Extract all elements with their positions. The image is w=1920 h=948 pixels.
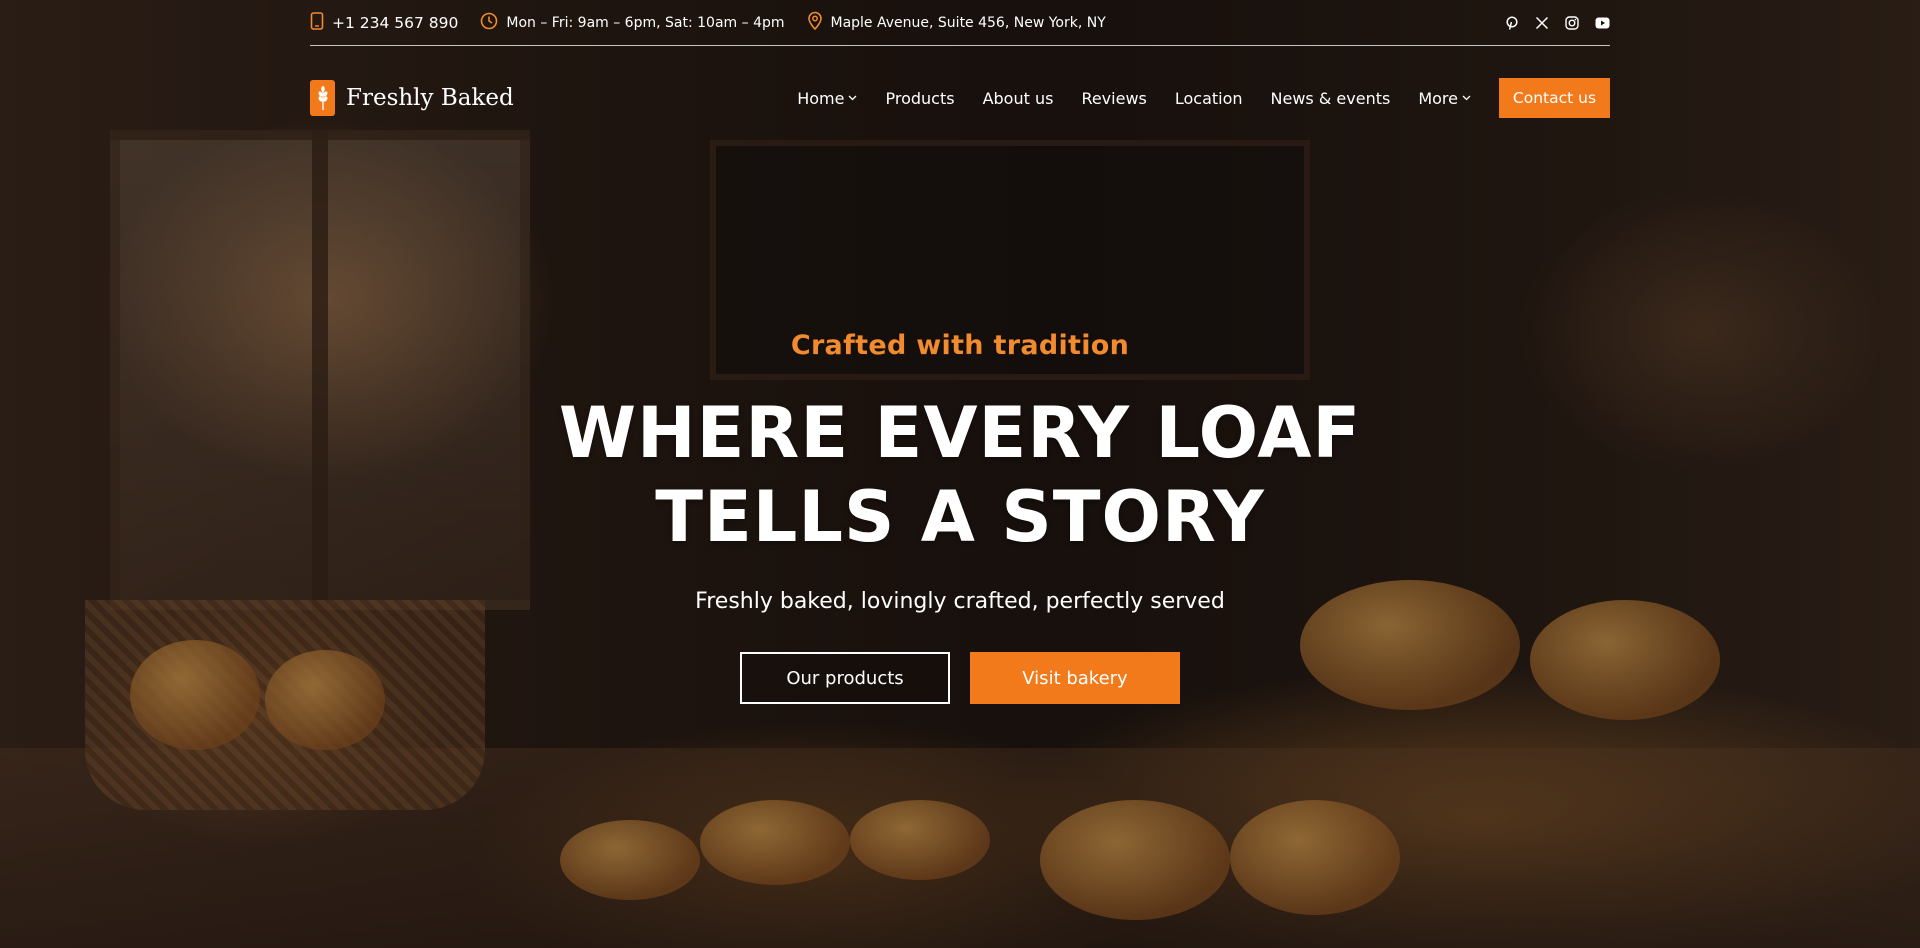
address-text[interactable]: Maple Avenue, Suite 456, New York, NY — [831, 15, 1106, 31]
nav-item-about-us[interactable]: About us — [983, 89, 1054, 108]
pinterest-icon[interactable] — [1505, 15, 1519, 30]
hero-buttons: Our products Visit bakery — [0, 652, 1920, 704]
nav-item-location[interactable]: Location — [1175, 89, 1243, 108]
clock-icon — [480, 12, 506, 34]
youtube-icon[interactable] — [1595, 17, 1610, 29]
chevron-down-icon — [1462, 95, 1471, 101]
chevron-down-icon — [849, 95, 857, 101]
hero-headline-line-1: WHERE EVERY LOAF — [558, 392, 1362, 474]
topbar-hours: Mon – Fri: 9am – 6pm, Sat: 10am – 4pm — [480, 12, 785, 34]
phone-icon — [310, 11, 332, 34]
site-logo[interactable]: Freshly Baked — [310, 80, 514, 116]
nav-item-label[interactable]: Home — [797, 89, 844, 108]
phone-number[interactable]: +1 234 567 890 — [332, 14, 458, 32]
nav-item-more[interactable]: More — [1418, 89, 1471, 108]
nav-item-reviews[interactable]: Reviews — [1081, 89, 1146, 108]
topbar-phone[interactable]: +1 234 567 890 — [310, 11, 458, 34]
nav-item-label[interactable]: Reviews — [1081, 89, 1146, 108]
visit-bakery-button[interactable]: Visit bakery — [970, 652, 1180, 704]
instagram-icon[interactable] — [1565, 15, 1579, 30]
hero-subline: Freshly baked, lovingly crafted, perfect… — [695, 589, 1225, 614]
nav-item-label[interactable]: About us — [983, 89, 1054, 108]
nav-menu: Home Products About us Reviews Location … — [769, 78, 1610, 118]
wheat-icon — [310, 80, 335, 116]
location-pin-icon — [807, 11, 831, 34]
social-links — [1489, 15, 1610, 30]
nav-item-label[interactable]: Location — [1175, 89, 1243, 108]
contact-us-button[interactable]: Contact us — [1499, 78, 1610, 118]
nav-item-label[interactable]: More — [1418, 89, 1458, 108]
hero-headline-line-2: TELLS A STORY — [655, 476, 1265, 558]
x-icon[interactable] — [1535, 16, 1549, 30]
main-navigation: Freshly Baked Home Products About us Rev… — [310, 78, 1610, 118]
brand-name[interactable]: Freshly Baked — [346, 85, 514, 111]
topbar-address[interactable]: Maple Avenue, Suite 456, New York, NY — [807, 11, 1106, 34]
topbar: +1 234 567 890 Mon – Fri: 9am – 6pm, Sat… — [310, 0, 1610, 46]
nav-item-products[interactable]: Products — [885, 89, 954, 108]
nav-item-news-events[interactable]: News & events — [1271, 89, 1391, 108]
nav-item-home[interactable]: Home — [797, 89, 857, 108]
nav-item-label[interactable]: News & events — [1271, 89, 1391, 108]
nav-item-label[interactable]: Products — [885, 89, 954, 108]
hero-headline: WHERE EVERY LOAF TELLS A STORY — [0, 391, 1920, 559]
our-products-button[interactable]: Our products — [740, 652, 950, 704]
opening-hours: Mon – Fri: 9am – 6pm, Sat: 10am – 4pm — [506, 14, 785, 31]
hero-section: Crafted with tradition WHERE EVERY LOAF … — [0, 330, 1920, 704]
hero-eyebrow: Crafted with tradition — [790, 330, 1130, 361]
